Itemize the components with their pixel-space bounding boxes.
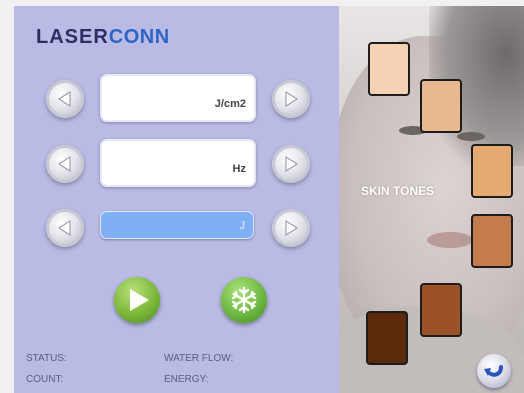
water-flow-label: WATER FLOW: [164,353,234,364]
logo-part-laser: LASER [36,26,109,48]
play-icon [130,289,149,311]
back-arrow-icon [484,365,503,377]
frequency-row: Hz [46,137,310,187]
energy-decrease-button[interactable] [46,209,84,247]
skin-tone-swatch-4[interactable] [471,214,513,268]
arrow-right-icon [285,156,298,172]
control-panel: LASERCONN J/cm2 Hz J STATUS: COUNT: WATE… [14,6,339,393]
frequency-field[interactable]: Hz [100,139,256,187]
fluence-field[interactable]: J/cm2 [100,74,256,122]
skin-tones-label: SKIN TONES [361,184,435,198]
arrow-right-icon [285,220,298,236]
right-eye [457,132,485,141]
skin-tone-swatch-1[interactable] [368,42,410,96]
energy-row: J [46,201,310,251]
cooling-button[interactable] [221,277,267,323]
frequency-increase-button[interactable] [272,145,310,183]
energy-unit: J [239,220,246,232]
arrow-left-icon [58,156,71,172]
energy-increase-button[interactable] [272,209,310,247]
skin-tone-swatch-5[interactable] [420,283,462,337]
frequency-unit: Hz [232,163,246,175]
start-button[interactable] [114,277,160,323]
back-button[interactable] [477,354,511,388]
fluence-decrease-button[interactable] [46,80,84,118]
fluence-row: J/cm2 [46,72,310,122]
skin-tone-swatch-2[interactable] [420,79,462,133]
skin-tone-photo-panel: SKIN TONES [339,6,524,393]
count-label: COUNT: [26,374,64,385]
energy-label: ENERGY: [164,374,209,385]
laserconn-logo: LASERCONN [36,26,170,49]
skin-tone-swatch-3[interactable] [471,144,513,198]
logo-part-conn: CONN [108,26,170,48]
status-label: STATUS: [26,353,67,364]
fluence-increase-button[interactable] [272,80,310,118]
lips [427,232,473,248]
arrow-right-icon [285,91,298,107]
arrow-left-icon [58,91,71,107]
energy-field[interactable]: J [100,211,254,239]
frequency-decrease-button[interactable] [46,145,84,183]
skin-tone-swatch-6[interactable] [366,311,408,365]
fluence-unit: J/cm2 [214,98,246,110]
laser-control-screen: LASERCONN J/cm2 Hz J STATUS: COUNT: WATE… [0,0,524,393]
snowflake-icon [231,286,257,314]
arrow-left-icon [58,220,71,236]
